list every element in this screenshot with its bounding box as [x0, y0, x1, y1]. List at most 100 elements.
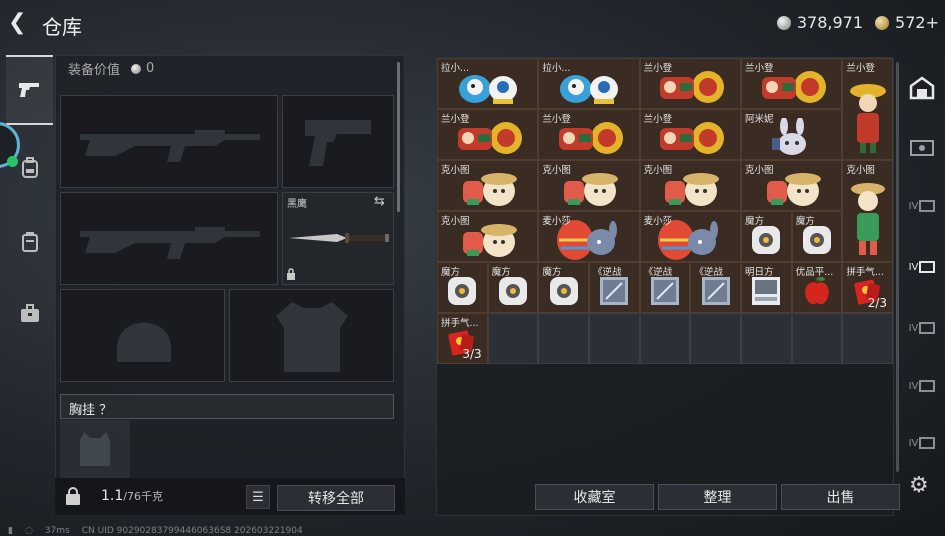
- equipment-value-label: 装备价值: [68, 63, 121, 78]
- helmet-silhouette-icon: [117, 322, 171, 362]
- chest-rig-header[interactable]: 胸挂 ？: [60, 394, 394, 419]
- secondary-weapon-slot[interactable]: [60, 192, 278, 285]
- empty-grid-cell[interactable]: [538, 313, 589, 364]
- helmet-slot[interactable]: [60, 289, 225, 382]
- inventory-item[interactable]: 拼手气... 2/3: [842, 262, 894, 313]
- weight-value: 1.1: [101, 488, 124, 504]
- armor-slot[interactable]: [229, 289, 394, 382]
- inventory-item[interactable]: 《逆战: [639, 262, 691, 313]
- collection-room-button[interactable]: 收藏室: [535, 484, 654, 510]
- inventory-item[interactable]: 拉小...: [437, 58, 539, 109]
- inventory-item[interactable]: 魔方: [791, 211, 843, 262]
- item-name: 魔方: [542, 267, 562, 278]
- container-icon: [919, 322, 936, 334]
- item-name: 克小图: [441, 165, 470, 176]
- empty-grid-cell[interactable]: [690, 313, 741, 364]
- item-name: 兰小登: [745, 63, 774, 74]
- inventory-item[interactable]: 阿米妮: [741, 109, 843, 160]
- item-name: 拼手气...: [441, 318, 479, 329]
- tab-tier-iv-2[interactable]: IV: [904, 249, 940, 285]
- transfer-all-button[interactable]: 转移全部: [277, 485, 395, 511]
- inventory-item[interactable]: 克小图: [538, 160, 640, 211]
- item-count: 2/3: [867, 296, 888, 310]
- inventory-item[interactable]: 克小图: [437, 160, 539, 211]
- item-name: 拉小...: [441, 63, 470, 74]
- inventory-item[interactable]: 兰小登: [842, 58, 894, 160]
- tab-storage[interactable]: [904, 70, 940, 106]
- sell-button[interactable]: 出售: [781, 484, 900, 510]
- inventory-item[interactable]: 《逆战: [690, 262, 741, 313]
- item-name: 克小图: [441, 216, 470, 227]
- tab-tier-iv-5[interactable]: IV: [904, 425, 940, 461]
- inventory-item[interactable]: 麦小莎: [538, 211, 640, 262]
- inventory-item[interactable]: 麦小莎: [639, 211, 741, 262]
- inventory-item[interactable]: 拼手气... 3/3: [437, 313, 488, 364]
- tab-weapons[interactable]: [6, 55, 53, 125]
- inventory-item[interactable]: 魔方: [741, 211, 792, 262]
- empty-grid-cell[interactable]: [842, 313, 894, 364]
- sort-button[interactable]: 整理: [658, 484, 777, 510]
- inventory-item[interactable]: 《逆战: [589, 262, 640, 313]
- vest-icon: [21, 232, 38, 252]
- empty-grid-cell[interactable]: [741, 313, 792, 364]
- inventory-item[interactable]: 兰小登: [741, 58, 843, 109]
- container-icon: [919, 380, 936, 392]
- inventory-item[interactable]: 兰小登: [639, 109, 741, 160]
- settings-gear-icon[interactable]: ⚙: [909, 474, 933, 498]
- container-icon: [919, 261, 936, 273]
- item-name: 魔方: [745, 216, 765, 227]
- inventory-item[interactable]: 克小图: [639, 160, 741, 211]
- armor-silhouette-icon: [276, 302, 348, 372]
- card-pack-icon: [651, 277, 679, 306]
- inventory-item[interactable]: 魔方: [437, 262, 488, 313]
- inventory-item[interactable]: 兰小登: [437, 109, 539, 160]
- back-chevron-icon[interactable]: ❮: [8, 12, 30, 34]
- inventory-item[interactable]: 魔方: [538, 262, 589, 313]
- tab-vest[interactable]: [6, 207, 53, 277]
- chest-rig-slot[interactable]: [60, 420, 130, 478]
- tab-tier-iv-1[interactable]: IV: [904, 188, 940, 224]
- warehouse-scrollbar[interactable]: [896, 62, 899, 472]
- inventory-item[interactable]: 兰小登: [639, 58, 741, 109]
- item-name: 《逆战: [643, 267, 673, 278]
- equipment-scrollbar[interactable]: [397, 62, 400, 212]
- card-pack-icon: [701, 277, 730, 306]
- gold-amount[interactable]: 572+: [895, 13, 939, 32]
- lock-icon[interactable]: [65, 487, 81, 505]
- empty-grid-cell[interactable]: [791, 313, 843, 364]
- inventory-item[interactable]: 拉小...: [538, 58, 640, 109]
- sombrero-figure-icon: [849, 84, 886, 153]
- empty-grid-cell[interactable]: [487, 313, 539, 364]
- pistol-slot[interactable]: [282, 95, 394, 188]
- ping-value: 37ms: [44, 526, 70, 536]
- empty-grid-cell[interactable]: [639, 313, 691, 364]
- inventory-item[interactable]: 魔方: [487, 262, 539, 313]
- chest-rig-silhouette-icon: [80, 432, 110, 466]
- signal-icon: ◌: [24, 526, 33, 536]
- inventory-item[interactable]: 克小图: [842, 160, 894, 262]
- inventory-item[interactable]: 克小图: [741, 160, 843, 211]
- tab-case[interactable]: [6, 279, 53, 349]
- primary-weapon-slot[interactable]: [60, 95, 278, 188]
- weight-unit: /76千克: [123, 490, 163, 503]
- tab-tier-iv-4[interactable]: IV: [904, 368, 940, 404]
- item-name: 兰小登: [441, 114, 470, 125]
- inventory-item[interactable]: 克小图: [437, 211, 539, 262]
- backpack-icon: [21, 157, 38, 178]
- empty-grid-cell[interactable]: [589, 313, 640, 364]
- swap-icon[interactable]: ⇆: [374, 194, 385, 209]
- list-view-button[interactable]: ☰: [246, 485, 270, 509]
- inventory-item[interactable]: 优品平...: [791, 262, 843, 313]
- apple-icon: [805, 277, 829, 305]
- item-name: 拉小...: [542, 63, 571, 74]
- tab-safe-box[interactable]: [904, 128, 940, 164]
- tab-tier-iv-3[interactable]: IV: [904, 310, 940, 346]
- uid-text: CN UID 902902837994460636S8 202603221904: [81, 526, 303, 536]
- silver-coin-icon: [776, 15, 791, 30]
- card-pack-icon: [600, 277, 629, 306]
- item-name: 克小图: [745, 165, 774, 176]
- pistol-icon: [18, 83, 39, 97]
- inventory-item[interactable]: 兰小登: [538, 109, 640, 160]
- item-name: 阿米妮: [745, 114, 774, 125]
- inventory-item[interactable]: 明日方: [741, 262, 792, 313]
